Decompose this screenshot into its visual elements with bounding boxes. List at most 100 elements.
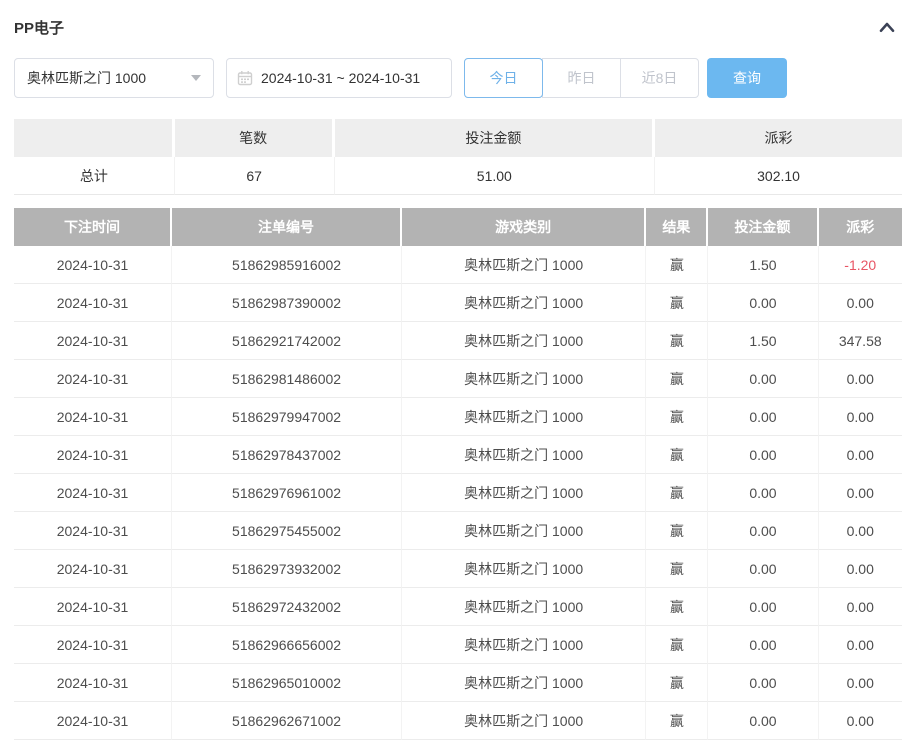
record-3-cell-1: 51862981486002 xyxy=(172,360,402,398)
record-8-cell-4: 0.00 xyxy=(708,550,818,588)
record-0-cell-4: 1.50 xyxy=(708,246,818,284)
record-12-cell-2: 奥林匹斯之门 1000 xyxy=(402,702,646,740)
record-0-cell-3: 赢 xyxy=(646,246,708,284)
summary-header-cell-1: 笔数 xyxy=(175,119,335,157)
quick-range-button-1[interactable]: 昨日 xyxy=(542,58,621,98)
record-3-cell-4: 0.00 xyxy=(708,360,818,398)
summary-total-cell-2: 51.00 xyxy=(335,157,656,195)
record-2-cell-5: 347.58 xyxy=(819,322,903,360)
record-10-cell-1: 51862966656002 xyxy=(172,626,402,664)
table-row: 2024-10-3151862976961002奥林匹斯之门 1000赢0.00… xyxy=(14,474,902,512)
summary-header-cell-3: 派彩 xyxy=(655,119,902,157)
record-12-cell-5: 0.00 xyxy=(819,702,903,740)
table-row: 2024-10-3151862972432002奥林匹斯之门 1000赢0.00… xyxy=(14,588,902,626)
record-10-cell-0: 2024-10-31 xyxy=(14,626,172,664)
record-6-cell-0: 2024-10-31 xyxy=(14,474,172,512)
record-3-cell-2: 奥林匹斯之门 1000 xyxy=(402,360,646,398)
summary-table: 笔数投注金额派彩 总计6751.00302.10 xyxy=(14,119,902,195)
table-row: 2024-10-3151862985916002奥林匹斯之门 1000赢1.50… xyxy=(14,246,902,284)
record-7-cell-4: 0.00 xyxy=(708,512,818,550)
record-1-cell-3: 赢 xyxy=(646,284,708,322)
record-2-cell-3: 赢 xyxy=(646,322,708,360)
record-9-cell-1: 51862972432002 xyxy=(172,588,402,626)
records-header-cell-1: 注单编号 xyxy=(172,208,402,246)
summary-total-cell-0: 总计 xyxy=(14,157,175,195)
record-6-cell-4: 0.00 xyxy=(708,474,818,512)
quick-range-button-group: 今日昨日近8日 xyxy=(464,58,699,98)
quick-range-button-0[interactable]: 今日 xyxy=(464,58,543,98)
table-row: 2024-10-3151862978437002奥林匹斯之门 1000赢0.00… xyxy=(14,436,902,474)
record-9-cell-5: 0.00 xyxy=(819,588,903,626)
record-10-cell-5: 0.00 xyxy=(819,626,903,664)
pp-electronic-panel: PP电子 奥林匹斯之门 1000 xyxy=(14,16,902,740)
record-8-cell-2: 奥林匹斯之门 1000 xyxy=(402,550,646,588)
record-1-cell-1: 51862987390002 xyxy=(172,284,402,322)
record-9-cell-3: 赢 xyxy=(646,588,708,626)
collapse-chevron-up-icon[interactable] xyxy=(878,20,902,34)
summary-header-cell-0 xyxy=(14,119,175,157)
records-header-row: 下注时间注单编号游戏类别结果投注金额派彩 xyxy=(14,208,902,246)
record-3-cell-0: 2024-10-31 xyxy=(14,360,172,398)
table-row: 2024-10-3151862979947002奥林匹斯之门 1000赢0.00… xyxy=(14,398,902,436)
record-5-cell-0: 2024-10-31 xyxy=(14,436,172,474)
record-12-cell-3: 赢 xyxy=(646,702,708,740)
record-5-cell-2: 奥林匹斯之门 1000 xyxy=(402,436,646,474)
record-6-cell-5: 0.00 xyxy=(819,474,903,512)
record-2-cell-4: 1.50 xyxy=(708,322,818,360)
record-5-cell-5: 0.00 xyxy=(819,436,903,474)
record-6-cell-3: 赢 xyxy=(646,474,708,512)
record-7-cell-1: 51862975455002 xyxy=(172,512,402,550)
table-row: 2024-10-3151862975455002奥林匹斯之门 1000赢0.00… xyxy=(14,512,902,550)
query-button[interactable]: 查询 xyxy=(707,58,787,98)
quick-range-button-2[interactable]: 近8日 xyxy=(620,58,699,98)
record-8-cell-5: 0.00 xyxy=(819,550,903,588)
record-10-cell-2: 奥林匹斯之门 1000 xyxy=(402,626,646,664)
record-12-cell-0: 2024-10-31 xyxy=(14,702,172,740)
game-select[interactable]: 奥林匹斯之门 1000 xyxy=(14,58,214,98)
game-select-value: 奥林匹斯之门 1000 xyxy=(27,68,146,88)
record-9-cell-2: 奥林匹斯之门 1000 xyxy=(402,588,646,626)
records-body: 2024-10-3151862985916002奥林匹斯之门 1000赢1.50… xyxy=(14,246,902,740)
record-4-cell-0: 2024-10-31 xyxy=(14,398,172,436)
records-header-cell-2: 游戏类别 xyxy=(402,208,646,246)
record-1-cell-0: 2024-10-31 xyxy=(14,284,172,322)
record-8-cell-3: 赢 xyxy=(646,550,708,588)
table-row: 2024-10-3151862987390002奥林匹斯之门 1000赢0.00… xyxy=(14,284,902,322)
record-11-cell-4: 0.00 xyxy=(708,664,818,702)
date-range-input[interactable]: 2024-10-31 ~ 2024-10-31 xyxy=(226,58,452,98)
filter-row: 奥林匹斯之门 1000 2024-10-31 ~ 2024-10-31 xyxy=(14,58,902,98)
table-row: 2024-10-3151862965010002奥林匹斯之门 1000赢0.00… xyxy=(14,664,902,702)
record-12-cell-4: 0.00 xyxy=(708,702,818,740)
table-row: 2024-10-3151862981486002奥林匹斯之门 1000赢0.00… xyxy=(14,360,902,398)
record-5-cell-1: 51862978437002 xyxy=(172,436,402,474)
record-8-cell-0: 2024-10-31 xyxy=(14,550,172,588)
table-row: 2024-10-3151862921742002奥林匹斯之门 1000赢1.50… xyxy=(14,322,902,360)
chevron-down-icon xyxy=(191,75,201,81)
record-5-cell-4: 0.00 xyxy=(708,436,818,474)
records-header-cell-5: 派彩 xyxy=(819,208,903,246)
record-9-cell-4: 0.00 xyxy=(708,588,818,626)
records-header-cell-4: 投注金额 xyxy=(708,208,818,246)
table-row: 2024-10-3151862962671002奥林匹斯之门 1000赢0.00… xyxy=(14,702,902,740)
record-0-cell-0: 2024-10-31 xyxy=(14,246,172,284)
summary-total-cell-3: 302.10 xyxy=(655,157,902,195)
record-8-cell-1: 51862973932002 xyxy=(172,550,402,588)
record-10-cell-4: 0.00 xyxy=(708,626,818,664)
bet-records-table: 下注时间注单编号游戏类别结果投注金额派彩 2024-10-31518629859… xyxy=(14,208,902,740)
record-0-cell-2: 奥林匹斯之门 1000 xyxy=(402,246,646,284)
panel-header: PP电子 xyxy=(14,16,902,38)
records-header-cell-0: 下注时间 xyxy=(14,208,172,246)
record-7-cell-0: 2024-10-31 xyxy=(14,512,172,550)
record-11-cell-0: 2024-10-31 xyxy=(14,664,172,702)
summary-header-cell-2: 投注金额 xyxy=(335,119,656,157)
record-2-cell-0: 2024-10-31 xyxy=(14,322,172,360)
record-1-cell-5: 0.00 xyxy=(819,284,903,322)
record-6-cell-2: 奥林匹斯之门 1000 xyxy=(402,474,646,512)
record-1-cell-4: 0.00 xyxy=(708,284,818,322)
record-11-cell-2: 奥林匹斯之门 1000 xyxy=(402,664,646,702)
record-4-cell-3: 赢 xyxy=(646,398,708,436)
record-5-cell-3: 赢 xyxy=(646,436,708,474)
record-3-cell-3: 赢 xyxy=(646,360,708,398)
record-4-cell-5: 0.00 xyxy=(819,398,903,436)
record-4-cell-2: 奥林匹斯之门 1000 xyxy=(402,398,646,436)
